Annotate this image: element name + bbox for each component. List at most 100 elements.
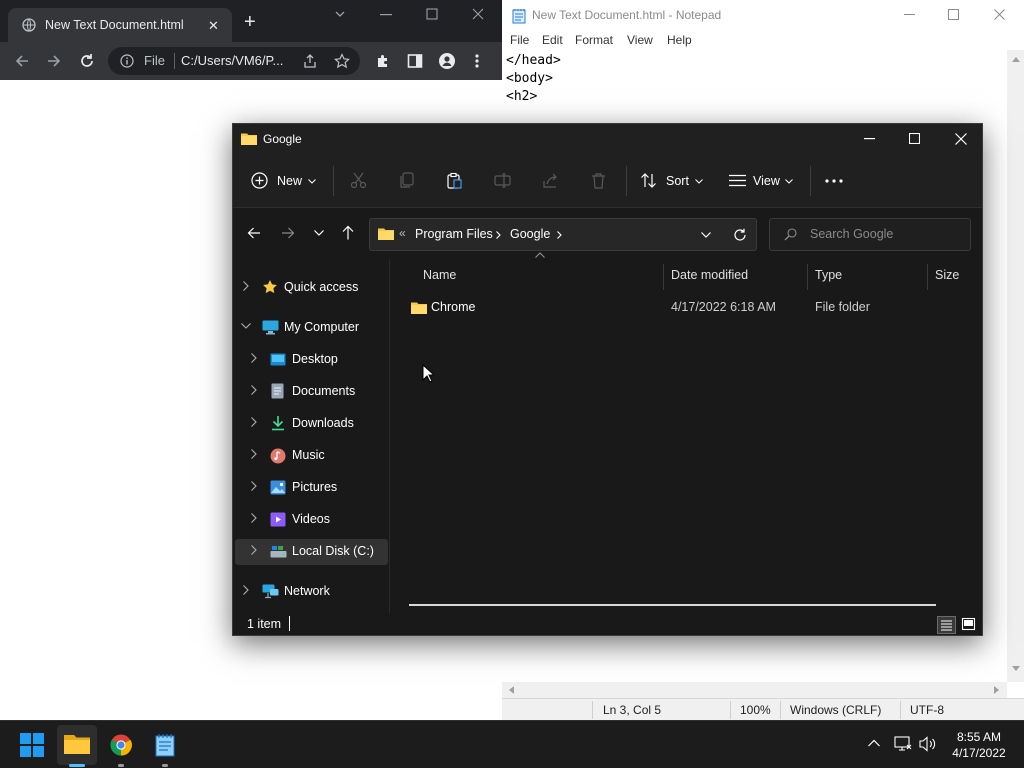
column-divider[interactable] [663,264,664,290]
expand-chevron-icon[interactable] [251,481,257,491]
chrome-taskbar-button[interactable] [101,725,141,767]
search-input[interactable]: Search Google [769,218,971,251]
volume-icon[interactable] [919,736,937,752]
scroll-down-arrow-icon[interactable] [1012,666,1020,672]
rename-icon[interactable] [494,172,511,189]
column-header-date-modified[interactable]: Date modified [671,268,748,282]
reload-icon[interactable] [79,53,95,69]
close-tab-icon[interactable]: ✕ [208,18,219,34]
expand-chevron-icon[interactable] [243,585,249,595]
breadcrumb-separator-icon[interactable] [557,231,562,239]
scroll-up-arrow-icon[interactable] [1012,56,1020,62]
copy-icon[interactable] [398,172,415,189]
nav-item-pictures[interactable]: Pictures [235,475,388,501]
table-row[interactable]: Chrome 4/17/2022 6:18 AM File folder [403,294,973,320]
column-header-size[interactable]: Size [935,268,959,282]
more-vertical-icon[interactable] [474,53,480,69]
view-button[interactable]: View [729,170,795,192]
breadcrumb-program-files[interactable]: Program Files [415,227,493,241]
share-icon[interactable] [302,53,318,69]
close-icon[interactable] [994,9,1005,20]
side-panel-icon[interactable] [407,53,423,69]
scroll-left-arrow-icon[interactable] [508,686,514,694]
maximize-icon[interactable] [426,8,438,20]
recent-locations-chevron-icon[interactable] [314,230,324,236]
nav-item-documents[interactable]: Documents [235,379,388,405]
nav-item-local-disk[interactable]: Local Disk (C:) [235,539,388,565]
new-button[interactable]: New [251,170,319,192]
collapse-chevron-icon[interactable] [241,323,251,329]
extensions-puzzle-icon[interactable] [375,53,391,69]
nav-item-network[interactable]: Network [235,579,388,605]
expand-chevron-icon[interactable] [251,353,257,363]
nav-item-videos[interactable]: Videos [235,507,388,533]
maximize-icon[interactable] [909,133,920,144]
up-arrow-icon[interactable] [341,225,355,240]
maximize-icon[interactable] [948,9,959,20]
expand-chevron-icon[interactable] [251,449,257,459]
back-arrow-icon[interactable] [14,53,30,69]
system-clock[interactable]: 8:55 AM 4/17/2022 [944,729,1014,761]
address-bar[interactable]: « Program Files Google [369,218,757,251]
start-button[interactable] [12,725,52,765]
file-list-pane[interactable]: Name Date modified Type Size Chrome 4/17… [391,252,982,613]
menu-file[interactable]: File [510,33,529,47]
minimize-icon[interactable] [904,14,915,16]
more-options-icon[interactable] [825,179,843,183]
sort-button[interactable]: Sort [640,170,704,192]
breadcrumb-separator-icon[interactable] [496,231,501,239]
column-divider[interactable] [927,264,928,290]
expand-chevron-icon[interactable] [251,513,257,523]
chevron-down-icon[interactable] [334,8,346,20]
refresh-icon[interactable] [733,228,747,242]
horizontal-scrollbar[interactable] [409,604,936,606]
scroll-right-arrow-icon[interactable] [994,686,1000,694]
chrome-tab[interactable]: New Text Document.html ✕ [8,8,232,42]
expand-chevron-icon[interactable] [251,417,257,427]
expand-chevron-icon[interactable] [251,385,257,395]
close-icon[interactable] [955,133,967,145]
nav-item-music[interactable]: Music [235,443,388,469]
show-hidden-icons-chevron-icon[interactable] [868,739,880,747]
forward-arrow-icon[interactable] [46,53,62,69]
menu-view[interactable]: View [627,33,653,47]
info-icon[interactable] [120,54,134,68]
nav-item-quick-access[interactable]: Quick access [235,275,388,301]
horizontal-scrollbar[interactable] [502,682,1007,698]
minimize-icon[interactable] [380,14,392,16]
notepad-taskbar-button[interactable] [145,725,185,767]
large-icons-view-icon[interactable] [960,616,979,634]
close-icon[interactable] [472,8,484,20]
overflow-chevrons-icon[interactable]: « [399,226,406,240]
paste-icon[interactable] [446,172,463,189]
url-text[interactable]: C:/Users/VM6/P... [181,53,283,68]
back-arrow-icon[interactable] [247,226,261,240]
menu-help[interactable]: Help [667,33,692,47]
cut-icon[interactable] [350,172,367,189]
column-header-type[interactable]: Type [815,268,842,282]
address-bar[interactable]: File C:/Users/VM6/P... [108,47,360,75]
file-explorer-taskbar-button[interactable] [57,725,97,767]
minimize-icon[interactable] [864,138,875,140]
vertical-scrollbar[interactable] [1007,50,1024,682]
breadcrumb-google[interactable]: Google [510,227,550,241]
expand-chevron-icon[interactable] [243,281,249,291]
nav-item-my-computer[interactable]: My Computer [235,315,388,341]
details-view-icon[interactable] [937,616,956,634]
address-history-chevron-icon[interactable] [701,232,711,238]
forward-arrow-icon[interactable] [281,226,295,240]
network-status-icon[interactable] [894,736,912,752]
menu-edit[interactable]: Edit [542,33,563,47]
profile-icon[interactable] [439,53,455,69]
nav-item-downloads[interactable]: Downloads [235,411,388,437]
bookmark-star-icon[interactable] [334,53,350,69]
expand-chevron-icon[interactable] [251,545,257,555]
delete-icon[interactable] [590,172,607,189]
column-divider[interactable] [807,264,808,290]
menu-format[interactable]: Format [575,33,613,47]
file-name[interactable]: Chrome [431,300,475,314]
nav-item-desktop[interactable]: Desktop [235,347,388,373]
new-tab-button[interactable]: + [244,12,256,32]
share-icon[interactable] [542,172,559,189]
column-header-name[interactable]: Name [423,268,456,282]
